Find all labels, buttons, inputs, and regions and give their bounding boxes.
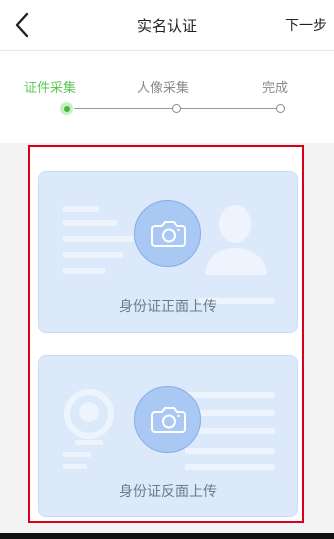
step-dot-active [60,102,73,115]
step-label-face-capture: 人像采集 [137,81,190,96]
step-label-id-capture: 证件采集 [24,81,77,96]
camera-button[interactable] [134,386,201,453]
step-indicator: 证件采集 人像采集 完成 [0,51,334,143]
id-front-upload-card[interactable]: 身份证正面上传 [38,171,298,333]
id-back-upload-card[interactable]: 身份证反面上传 [38,355,298,517]
bottom-bar [0,533,334,539]
step-label-done: 完成 [262,81,289,96]
camera-icon [151,221,186,247]
next-step-button[interactable]: 下一步 [285,15,327,35]
navigation-bar: 实名认证 下一步 [0,0,334,51]
upload-front-label: 身份证正面上传 [119,299,217,315]
camera-button[interactable] [134,200,201,267]
step-connector [181,108,276,109]
step-dot [276,104,285,113]
id-upload-section: 身份证正面上传 身份证反面上传 [28,145,304,523]
page-title: 实名认证 [136,17,197,35]
step-dot [172,104,181,113]
step-connector [74,108,172,109]
camera-icon [151,407,186,433]
upload-back-label: 身份证反面上传 [119,484,217,500]
